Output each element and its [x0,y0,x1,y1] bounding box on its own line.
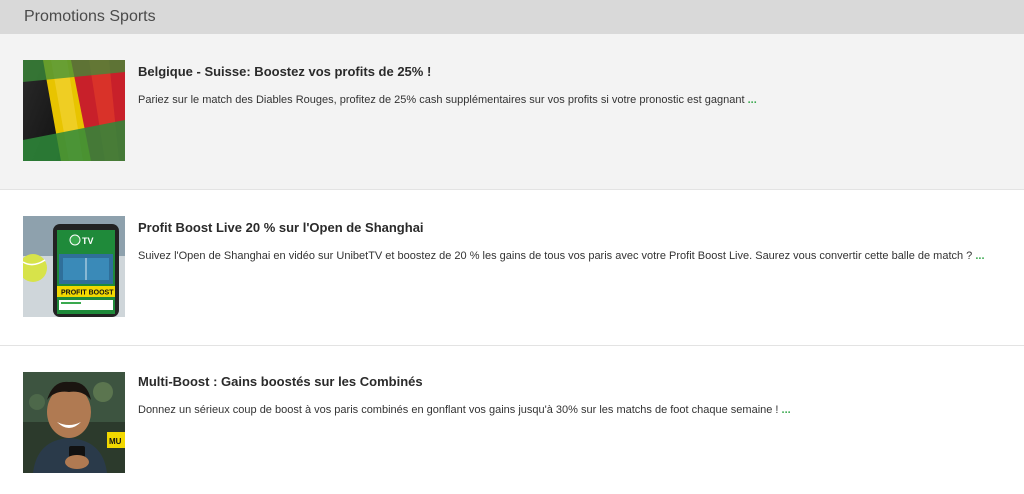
promo-description-text: Donnez un sérieux coup de boost à vos pa… [138,404,779,416]
page-title: Promotions Sports [24,8,156,25]
promo-title[interactable]: Multi-Boost : Gains boostés sur les Comb… [138,374,423,389]
promotions-header: Promotions Sports [0,0,1024,34]
profit-boost-label: PROFIT BOOST [61,290,114,297]
promo-description: Donnez un sérieux coup de boost à vos pa… [138,402,1008,419]
belgian-flag-image [23,60,125,161]
read-more-link[interactable]: ... [748,94,757,106]
promo-title[interactable]: Profit Boost Live 20 % sur l'Open de Sha… [138,220,424,235]
promo-image[interactable]: TV PROFIT BOOST [23,216,125,317]
promo-item-shanghai[interactable]: TV PROFIT BOOST Profit Boost Live 20 % s… [0,190,1024,346]
promo-image[interactable]: MU [23,372,125,473]
promo-description: Suivez l'Open de Shanghai en vidéo sur U… [138,248,1008,265]
promo-description-text: Pariez sur le match des Diables Rouges, … [138,94,745,106]
smiling-man-image: MU [23,372,125,473]
promo-item-multi-boost[interactable]: MU Multi-Boost : Gains boostés sur les C… [0,346,1024,494]
read-more-link[interactable]: ... [782,404,791,416]
promo-title[interactable]: Belgique - Suisse: Boostez vos profits d… [138,64,431,79]
read-more-link[interactable]: ... [975,250,984,262]
badge-label: MU [109,437,122,446]
promo-image[interactable] [23,60,125,161]
promo-description: Pariez sur le match des Diables Rouges, … [138,92,1008,109]
tv-label: TV [82,236,94,246]
promo-item-belgique-suisse[interactable]: Belgique - Suisse: Boostez vos profits d… [0,34,1024,190]
promo-description-text: Suivez l'Open de Shanghai en vidéo sur U… [138,250,973,262]
tennis-phone-image: TV PROFIT BOOST [23,216,125,317]
